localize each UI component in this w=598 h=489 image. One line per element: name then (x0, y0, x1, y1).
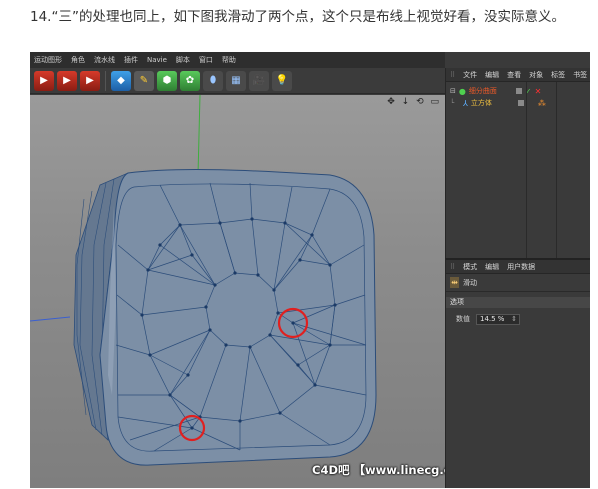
menu-navie[interactable]: Navie (147, 56, 167, 64)
flower-icon[interactable]: ✿ (180, 70, 200, 91)
value-input[interactable]: 14.5 % ⇕ (476, 313, 520, 325)
object-row-subdivision[interactable]: ⊟ ● 细分曲面 ✓ ✕ (446, 85, 590, 97)
menu-window[interactable]: 窗口 (199, 55, 213, 65)
spinner-arrows-icon[interactable]: ⇕ (511, 315, 517, 324)
render-settings-icon[interactable]: ▶ (80, 70, 100, 91)
menu-plugins[interactable]: 插件 (124, 55, 138, 65)
object-manager: ⠿ 文件 编辑 查看 对象 标签 书签 ⊟ ● 细分曲面 ✓ ✕ └ ⅄ 立方体… (445, 68, 590, 258)
render-picture-viewer-icon[interactable]: ▶ (57, 70, 77, 91)
column-divider (526, 82, 527, 258)
value-input-text: 14.5 % (480, 314, 505, 323)
toolbar-separator (105, 70, 106, 91)
om-tab-file[interactable]: 文件 (463, 70, 477, 80)
attribute-object-label: 滑动 (463, 278, 477, 287)
attribute-manager-menu: ⠿ 模式 编辑 用户数据 (446, 260, 590, 274)
om-tab-edit[interactable]: 编辑 (485, 70, 499, 80)
mesh-drawing (30, 95, 377, 466)
camera-icon[interactable]: 🎥 (249, 70, 269, 91)
menu-help[interactable]: 帮助 (222, 55, 236, 65)
x-axis-line (30, 316, 71, 322)
grip-icon[interactable]: ⠿ (450, 71, 455, 79)
light-bulb-icon[interactable]: 💡 (272, 70, 292, 91)
menu-bar: 运动图形 角色 流水线 插件 Navie 脚本 窗口 帮助 (30, 52, 445, 68)
render-view-icon[interactable]: ▶ (34, 70, 54, 91)
options-section-header[interactable]: 选项 (446, 297, 590, 308)
pen-icon[interactable]: ✎ (134, 70, 154, 91)
visibility-toggle[interactable] (515, 88, 522, 94)
viewport-nav-icons[interactable]: ✥ ↓ ⟲ ▭ (387, 97, 441, 107)
am-tab-mode[interactable]: 模式 (463, 262, 477, 272)
plane-grid-icon[interactable]: ▦ (226, 70, 246, 91)
subdivision-icon[interactable]: ⬢ (157, 70, 177, 91)
om-tab-objects[interactable]: 对象 (529, 70, 543, 80)
attribute-manager: ⠿ 模式 编辑 用户数据 ⇹ 滑动 选项 数值 14.5 % ⇕ (445, 258, 590, 488)
value-label: 数值 (456, 315, 470, 323)
value-row: 数值 14.5 % ⇕ (446, 311, 590, 327)
cube-object-icon: ⅄ (463, 98, 468, 108)
menu-pipeline[interactable]: 流水线 (94, 55, 115, 65)
attribute-object-header: ⇹ 滑动 (446, 274, 590, 292)
om-tab-view[interactable]: 查看 (507, 70, 521, 80)
tree-branch-icon: └ (450, 99, 455, 107)
am-tab-userdata[interactable]: 用户数据 (507, 262, 535, 272)
visibility-toggle[interactable] (517, 100, 524, 106)
menu-character[interactable]: 角色 (71, 55, 85, 65)
deformer-icon[interactable]: ⬮ (203, 70, 223, 91)
object-name-cube: 立方体 (470, 99, 492, 107)
am-tab-edit[interactable]: 编辑 (485, 262, 499, 272)
grip-icon[interactable]: ⠿ (450, 263, 455, 271)
cube-icon[interactable]: ◆ (111, 70, 131, 91)
3d-viewport[interactable]: ✥ ↓ ⟲ ▭ (30, 95, 445, 488)
menu-mograph[interactable]: 运动图形 (34, 55, 62, 65)
tree-expand-icon[interactable]: ⊟ (450, 87, 456, 95)
object-manager-menu: ⠿ 文件 编辑 查看 对象 标签 书签 (446, 68, 590, 82)
disabled-x-icon[interactable]: ✕ (535, 87, 542, 96)
object-row-cube[interactable]: └ ⅄ 立方体 ⁂ (446, 97, 590, 109)
menu-script[interactable]: 脚本 (176, 55, 190, 65)
column-divider (556, 82, 557, 258)
object-name-subdivision: 细分曲面 (468, 87, 497, 95)
subdivision-object-icon: ● (458, 86, 466, 96)
tutorial-caption: 14.“三”的处理也同上，如下图我滑动了两个点，这个只是布线上视觉好看，没实际意… (30, 9, 565, 25)
slide-tool-icon: ⇹ (450, 277, 459, 288)
y-axis-line (197, 95, 201, 176)
phong-tag-icon[interactable]: ⁂ (538, 99, 546, 108)
main-toolbar: ▶ ▶ ▶ ◆ ✎ ⬢ ✿ ⬮ ▦ 🎥 💡 (30, 68, 445, 94)
c4d-screenshot: 运动图形 角色 流水线 插件 Navie 脚本 窗口 帮助 ▶ ▶ ▶ ◆ ✎ … (30, 52, 590, 488)
om-tab-tags[interactable]: 标签 (551, 70, 565, 80)
om-tab-bookmarks[interactable]: 书签 (573, 70, 587, 80)
